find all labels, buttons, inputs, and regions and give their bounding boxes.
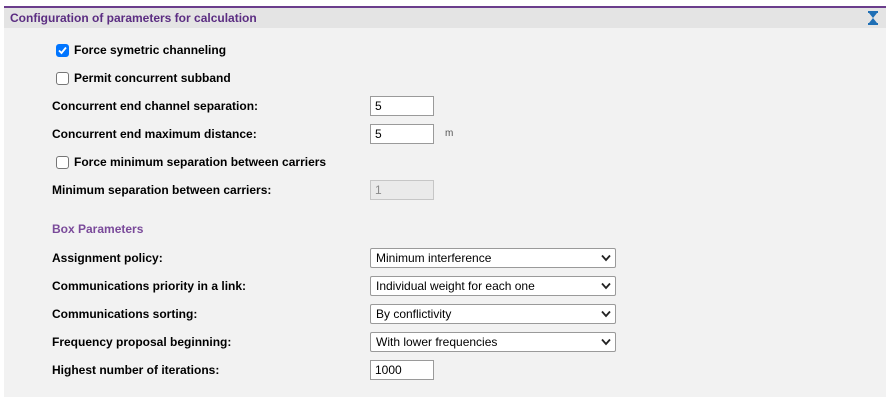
force-min-sep-label[interactable]: Force minimum separation between carrier… bbox=[74, 155, 326, 169]
collapse-hourglass-icon[interactable] bbox=[866, 11, 880, 25]
permit-concurrent-row[interactable]: Permit concurrent subband bbox=[56, 68, 231, 88]
concurrent-distance-label: Concurrent end maximum distance: bbox=[52, 127, 257, 141]
sorting-select[interactable]: By conflictivity bbox=[370, 304, 616, 324]
freq-begin-label: Frequency proposal beginning: bbox=[52, 335, 232, 349]
force-symmetric-label[interactable]: Force symetric channeling bbox=[74, 43, 226, 57]
chevron-down-icon bbox=[601, 282, 611, 290]
check-icon bbox=[58, 46, 67, 54]
min-separation-label: Minimum separation between carriers: bbox=[52, 183, 272, 197]
panel-header: Configuration of parameters for calculat… bbox=[4, 6, 886, 28]
priority-label: Communications priority in a link: bbox=[52, 279, 247, 293]
box-parameters-heading: Box Parameters bbox=[52, 222, 144, 236]
priority-value: Individual weight for each one bbox=[376, 279, 535, 293]
permit-concurrent-checkbox[interactable] bbox=[56, 71, 69, 85]
concurrent-distance-input[interactable] bbox=[370, 124, 434, 144]
config-panel: Configuration of parameters for calculat… bbox=[4, 6, 886, 397]
assignment-policy-label: Assignment policy: bbox=[52, 251, 163, 265]
iterations-input[interactable] bbox=[370, 360, 434, 380]
force-symmetric-checkbox[interactable] bbox=[56, 43, 69, 57]
chevron-down-icon bbox=[601, 338, 611, 346]
min-separation-input bbox=[370, 180, 434, 200]
freq-begin-value: With lower frequencies bbox=[376, 335, 498, 349]
sorting-label: Communications sorting: bbox=[52, 307, 198, 321]
force-min-sep-checkbox[interactable] bbox=[56, 155, 69, 169]
concurrent-separation-input[interactable] bbox=[370, 96, 434, 116]
priority-select[interactable]: Individual weight for each one bbox=[370, 276, 616, 296]
iterations-label: Highest number of iterations: bbox=[52, 363, 220, 377]
freq-begin-select[interactable]: With lower frequencies bbox=[370, 332, 616, 352]
distance-unit: m bbox=[445, 128, 454, 139]
chevron-down-icon bbox=[601, 254, 611, 262]
permit-concurrent-label[interactable]: Permit concurrent subband bbox=[74, 71, 231, 85]
assignment-policy-value: Minimum interference bbox=[376, 251, 492, 265]
concurrent-separation-label: Concurrent end channel separation: bbox=[52, 99, 259, 113]
sorting-value: By conflictivity bbox=[376, 307, 452, 321]
assignment-policy-select[interactable]: Minimum interference bbox=[370, 248, 616, 268]
panel-title: Configuration of parameters for calculat… bbox=[10, 11, 257, 25]
force-min-sep-row[interactable]: Force minimum separation between carrier… bbox=[56, 152, 326, 172]
force-symmetric-row[interactable]: Force symetric channeling bbox=[56, 40, 226, 60]
chevron-down-icon bbox=[601, 310, 611, 318]
